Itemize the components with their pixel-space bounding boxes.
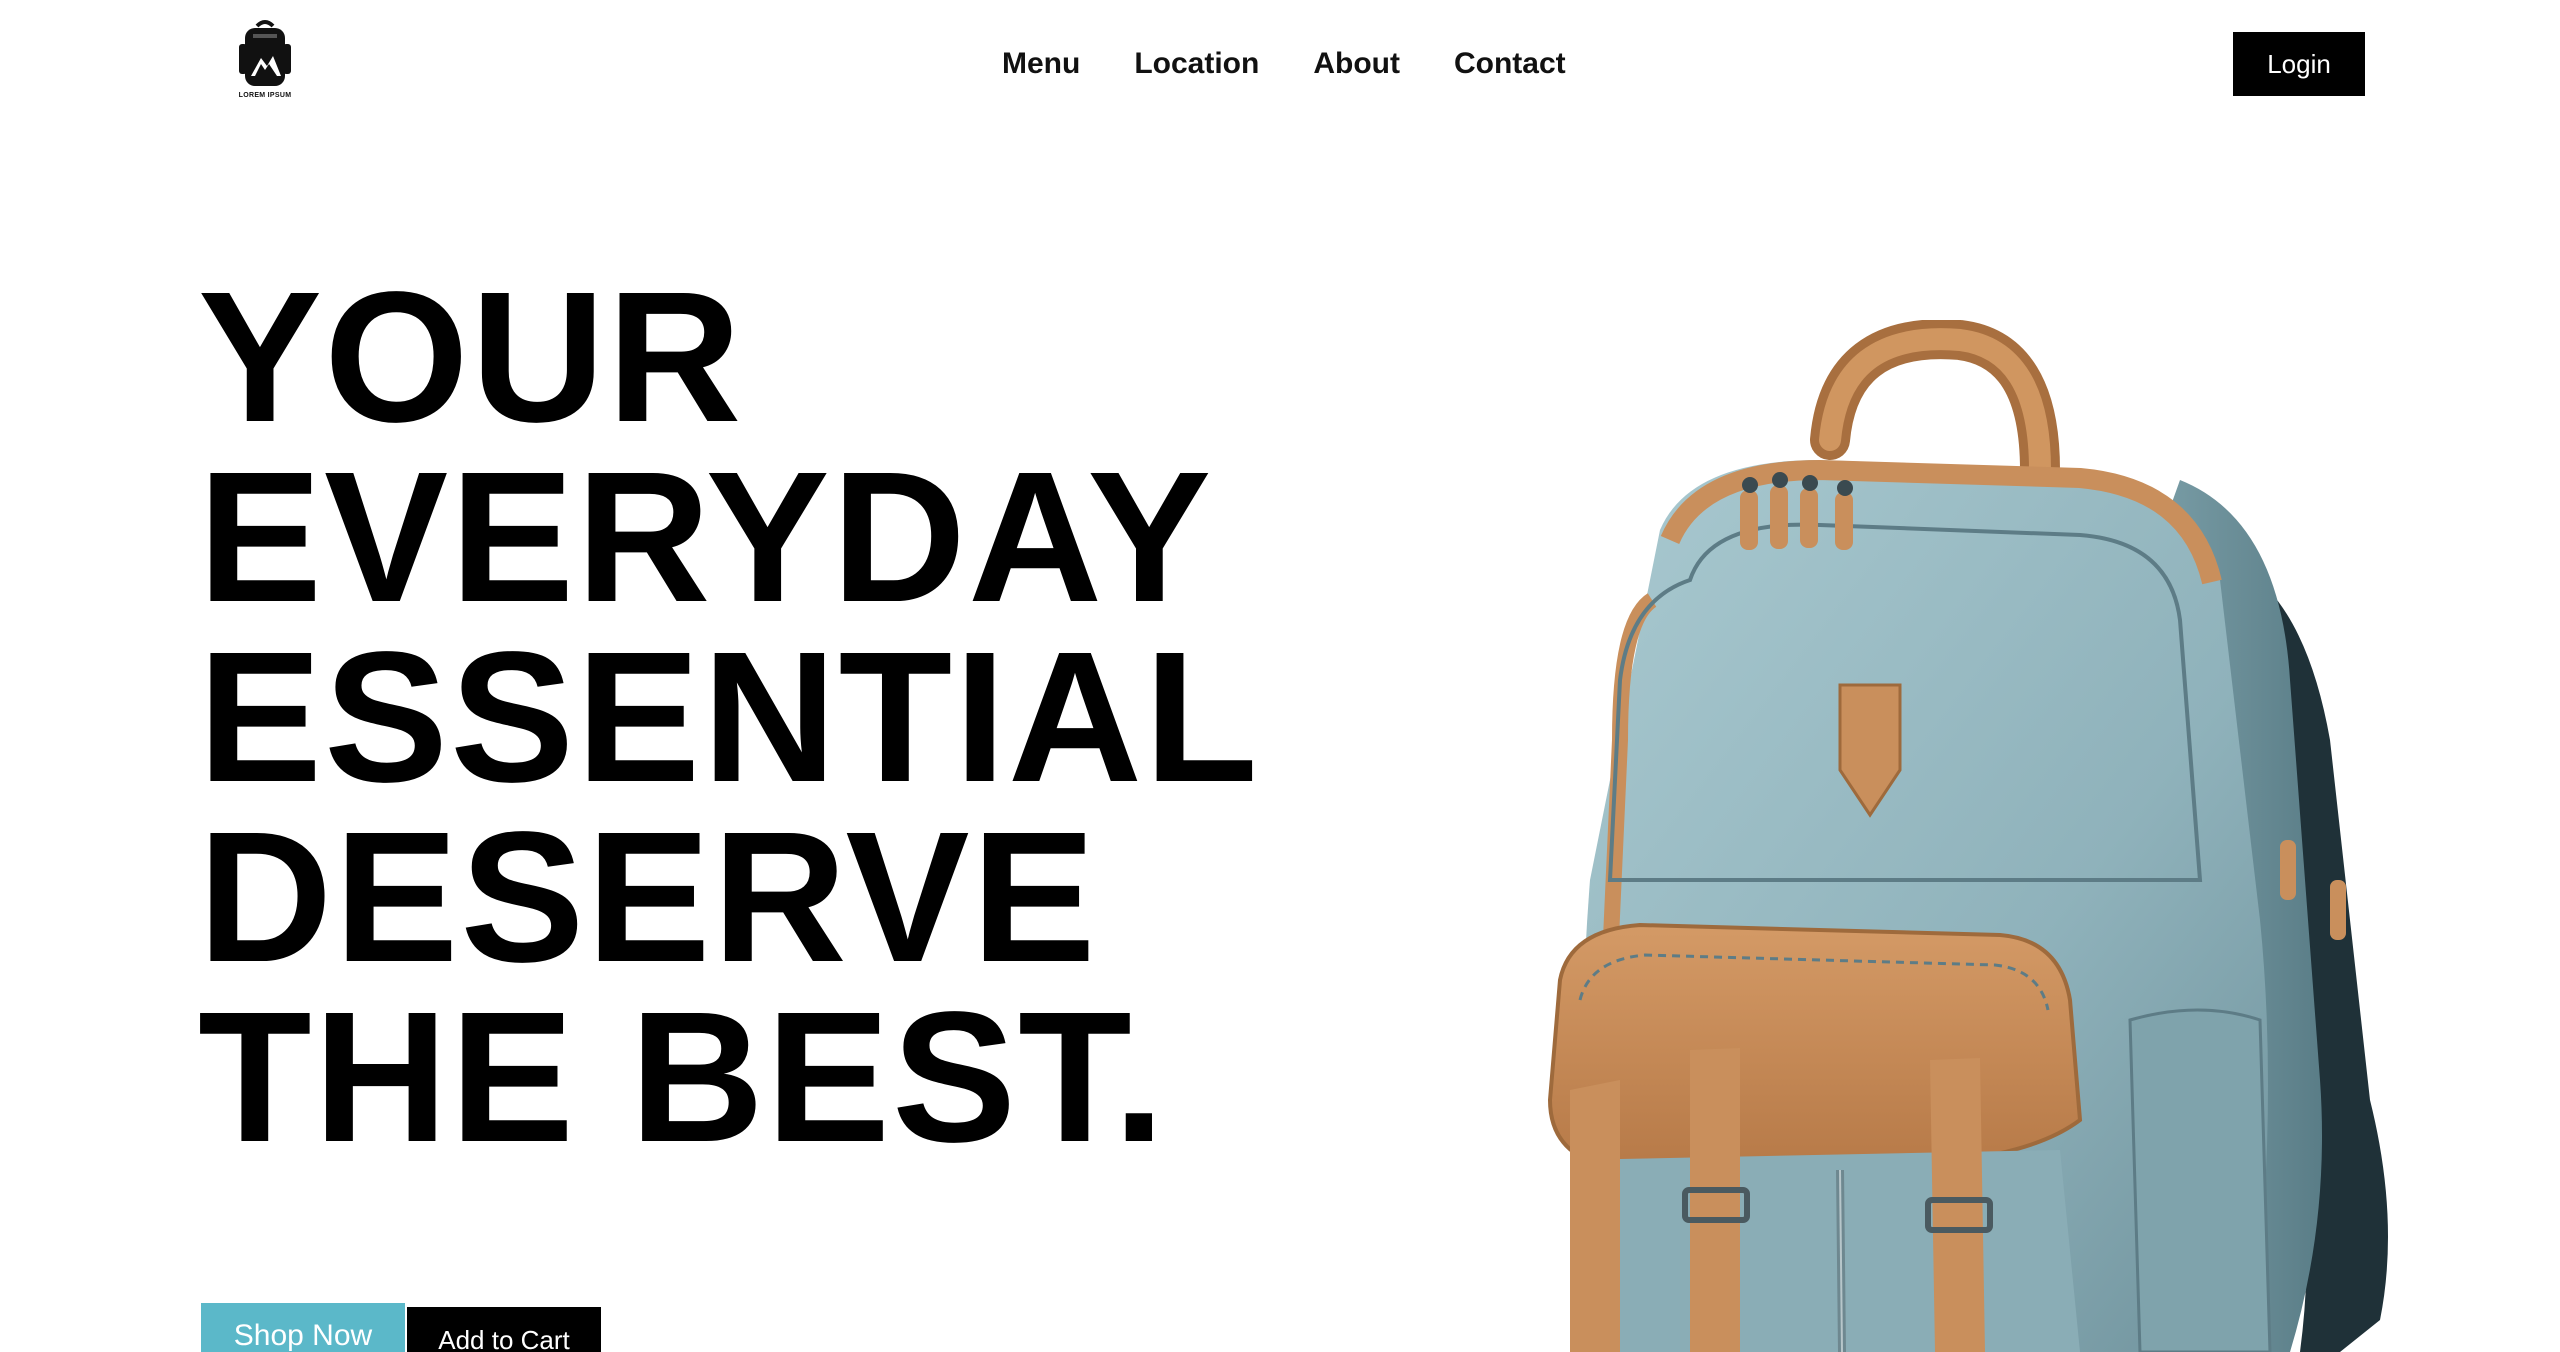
login-button[interactable]: Login [2233,32,2365,96]
nav-link-contact[interactable]: Contact [1454,44,1566,84]
landing-page: LOREM IPSUM Menu Location About Contact … [0,0,2560,1352]
backpack-logo-icon [239,20,291,86]
backpack-product-image [1547,320,2388,1352]
headline-line: EVERYDAY [198,434,1214,641]
headline-line: ESSENTIAL [198,614,1260,821]
nav-link-menu[interactable]: Menu [1002,44,1080,84]
main-nav: Menu Location About Contact [1002,44,1620,84]
headline-line: THE BEST. [198,974,1167,1181]
nav-link-about[interactable]: About [1313,44,1400,84]
brand-logo[interactable]: LOREM IPSUM [233,18,297,102]
headline-line: DESERVE [198,794,1098,1001]
headline-line: YOUR [198,254,744,461]
add-to-cart-button[interactable]: Add to Cart [407,1307,601,1352]
nav-link-location[interactable]: Location [1134,44,1259,84]
shop-now-button[interactable]: Shop Now [201,1303,405,1352]
logo-text: LOREM IPSUM [238,92,292,99]
hero-headline: YOUR EVERYDAY ESSENTIAL DESERVE THE BEST… [198,254,1260,1181]
